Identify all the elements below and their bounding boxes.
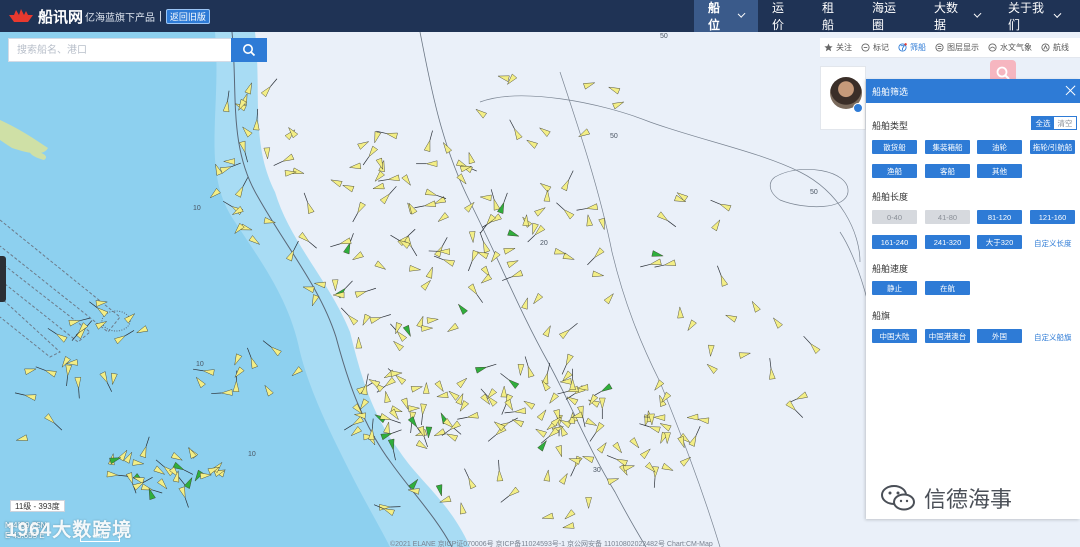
- copyright-footer: ©2021 ELANE 京ICP证070006号 京ICP备11024593号-…: [390, 541, 713, 547]
- filter-icon: [898, 43, 907, 52]
- nav-label: 船位: [708, 1, 721, 32]
- flag-foreign[interactable]: 外国: [977, 329, 1022, 343]
- tool-label: 航线: [1053, 43, 1069, 52]
- watermark-left: 1964大数跨境: [6, 520, 133, 541]
- tool-weather[interactable]: 水文气象: [988, 42, 1032, 53]
- side-panel-handle[interactable]: [0, 256, 6, 302]
- depth-label: 10: [193, 205, 201, 212]
- tool-mark[interactable]: 标记: [861, 42, 889, 53]
- nav-charter[interactable]: 租船: [808, 0, 858, 32]
- length-41-80[interactable]: 41-80: [925, 210, 970, 224]
- wechat-icon: [881, 485, 915, 511]
- tag-icon: [861, 43, 870, 52]
- section-title-ship-speed: 船舶速度: [872, 264, 909, 274]
- nav-big-data[interactable]: 大数据: [920, 0, 994, 32]
- brand-name: 船讯网: [38, 8, 84, 26]
- length-81-120[interactable]: 81-120: [977, 210, 1022, 224]
- top-navigation-bar: 船讯网 亿海蓝旗下产品 | 返回旧版 船位 运价 租船 海运圈 大数据 关于我们: [0, 0, 1080, 32]
- brand-separator: |: [159, 10, 162, 22]
- nav-label: 大数据: [934, 1, 959, 32]
- type-fishing[interactable]: 渔船: [872, 164, 917, 178]
- weather-icon: [988, 43, 997, 52]
- tool-label: 筛船: [910, 43, 926, 52]
- close-icon[interactable]: [1065, 85, 1076, 96]
- nav-label: 运价: [772, 1, 785, 32]
- watermark-right-text: 信德海事: [924, 487, 1013, 512]
- nav-label: 海运圈: [872, 1, 897, 32]
- custom-length-link[interactable]: 自定义长度: [1034, 238, 1072, 249]
- section-title-flag: 船旗: [872, 311, 891, 321]
- ship-logo-icon: [9, 9, 33, 22]
- ship-filter-panel: 船舶筛选 船舶类型 全选 清空 散货船 集装箱船 油轮 拖轮/引航船 渔船 客船…: [866, 79, 1080, 519]
- search-icon: [243, 44, 256, 57]
- tool-label: 图层显示: [947, 43, 979, 52]
- star-icon: [824, 43, 833, 52]
- type-container-ship[interactable]: 集装箱船: [925, 140, 970, 154]
- nav-about-us[interactable]: 关于我们: [994, 0, 1074, 32]
- flag-hk-macao-taiwan[interactable]: 中国港澳台: [925, 329, 970, 343]
- route-icon: [1041, 43, 1050, 52]
- tool-follow[interactable]: 关注: [824, 42, 852, 53]
- select-all-button[interactable]: 全选: [1032, 117, 1054, 129]
- depth-label: 50: [660, 33, 668, 40]
- brand-subtitle: 亿海蓝旗下产品: [85, 12, 156, 24]
- zoom-level-indicator: 11级 - 393度: [10, 500, 65, 512]
- brand-logo[interactable]: 船讯网 亿海蓝旗下产品 | 返回旧版: [0, 0, 210, 32]
- tool-route[interactable]: 航线: [1041, 42, 1069, 53]
- type-tanker[interactable]: 油轮: [977, 140, 1022, 154]
- ship-info-card[interactable]: [820, 66, 866, 130]
- length-over-320[interactable]: 大于320: [977, 235, 1022, 249]
- depth-label: 10: [196, 361, 204, 368]
- length-241-320[interactable]: 241-320: [925, 235, 970, 249]
- length-161-240[interactable]: 161-240: [872, 235, 917, 249]
- tool-label: 关注: [836, 43, 852, 52]
- depth-label: 30: [593, 467, 601, 474]
- tool-layers[interactable]: 图层显示: [935, 42, 979, 53]
- nav-ship-position[interactable]: 船位: [694, 0, 758, 32]
- type-bulk-carrier[interactable]: 散货船: [872, 140, 917, 154]
- depth-label: 50: [610, 133, 618, 140]
- speed-stationary[interactable]: 静止: [872, 281, 917, 295]
- length-121-160[interactable]: 121-160: [1030, 210, 1075, 224]
- select-toggle: 全选 清空: [1031, 116, 1077, 130]
- panel-header: 船舶筛选: [866, 79, 1080, 103]
- watermark-right: 信德海事: [880, 482, 1012, 514]
- old-version-badge[interactable]: 返回旧版: [165, 8, 210, 24]
- ship-search-box: [8, 38, 267, 62]
- search-input[interactable]: [9, 39, 231, 61]
- depth-label: 50: [810, 189, 818, 196]
- nav-freight[interactable]: 运价: [758, 0, 808, 32]
- type-other[interactable]: 其他: [977, 164, 1022, 178]
- tool-label: 水文气象: [1000, 43, 1032, 52]
- flag-mainland-china[interactable]: 中国大陆: [872, 329, 917, 343]
- custom-flag-link[interactable]: 自定义船旗: [1034, 332, 1072, 343]
- clear-button[interactable]: 清空: [1054, 117, 1076, 129]
- chevron-down-icon: [1053, 10, 1062, 18]
- nav-label: 租船: [822, 1, 835, 32]
- type-passenger[interactable]: 客船: [925, 164, 970, 178]
- speed-underway[interactable]: 在航: [925, 281, 970, 295]
- chevron-down-icon: [973, 10, 982, 18]
- panel-title: 船舶筛选: [872, 86, 909, 97]
- chevron-down-icon: [737, 10, 746, 18]
- length-0-40[interactable]: 0-40: [872, 210, 917, 224]
- section-title-ship-length: 船舶长度: [872, 192, 909, 202]
- main-nav: 船位 运价 租船 海运圈 大数据 关于我们: [694, 0, 1080, 32]
- user-badge-icon: [853, 103, 863, 113]
- type-tug-pilot[interactable]: 拖轮/引航船: [1030, 140, 1075, 154]
- depth-label: 10: [248, 451, 256, 458]
- layers-icon: [935, 43, 944, 52]
- map-toolbar: 关注 标记 筛船 图层显示 水文气象 航线: [820, 38, 1080, 58]
- section-title-ship-type: 船舶类型: [872, 121, 909, 131]
- nav-shipping-circle[interactable]: 海运圈: [858, 0, 920, 32]
- search-button[interactable]: [231, 38, 267, 62]
- depth-label: 20: [540, 240, 548, 247]
- tool-label: 标记: [873, 43, 889, 52]
- nav-label: 关于我们: [1008, 1, 1045, 32]
- tool-filter-ships[interactable]: 筛船: [898, 42, 926, 53]
